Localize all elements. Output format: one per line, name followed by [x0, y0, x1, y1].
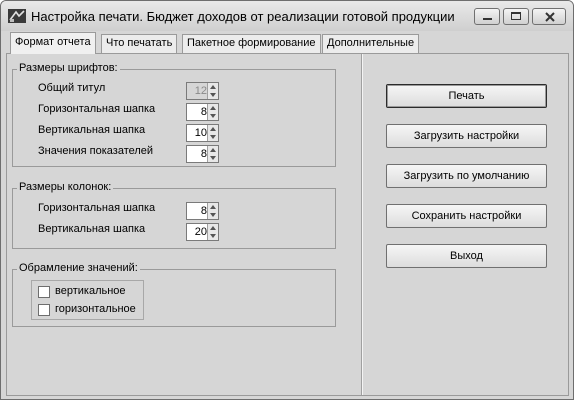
title-bar[interactable]: Настройка печати. Бюджет доходов от реал…	[1, 1, 573, 31]
field-label: Вертикальная шапка	[38, 124, 146, 136]
column-sizes-group: Размеры колонок: Горизонтальная шапка 8 …	[12, 181, 336, 249]
save-settings-button[interactable]: Сохранить настройки	[386, 204, 547, 228]
tab-additional[interactable]: Дополнительные	[322, 34, 420, 53]
horizontal-checkbox-label[interactable]: горизонтальное	[55, 303, 136, 315]
field-label: Горизонтальная шапка	[38, 202, 156, 214]
tab-report-format[interactable]: Формат отчета	[10, 32, 96, 54]
values-font-spinner[interactable]: 8	[186, 145, 219, 163]
horizontal-header-column-spinner[interactable]: 8	[186, 202, 219, 220]
print-button[interactable]: Печать	[386, 84, 547, 108]
field-label: Общий титул	[38, 82, 106, 94]
framing-title: Обрамление значений:	[17, 262, 140, 274]
spinner-arrows-icon[interactable]	[207, 125, 218, 141]
general-title-size-spinner: 12	[186, 82, 219, 100]
spinner-arrows-icon[interactable]	[207, 224, 218, 240]
load-default-button[interactable]: Загрузить по умолчанию	[386, 164, 547, 188]
exit-button[interactable]: Выход	[386, 244, 547, 268]
spinner-arrows-icon	[207, 83, 218, 99]
spinner-value: 20	[194, 226, 207, 238]
load-settings-button[interactable]: Загрузить настройки	[386, 124, 547, 148]
field-label: Горизонтальная шапка	[38, 103, 156, 115]
vertical-checkbox-label[interactable]: вертикальное	[55, 285, 126, 297]
tab-what-to-print[interactable]: Что печатать	[101, 34, 178, 53]
tab-batch-generation[interactable]: Пакетное формирование	[182, 34, 321, 53]
vertical-checkbox[interactable]	[38, 286, 50, 298]
framing-options-box: вертикальное горизонтальное	[31, 280, 144, 320]
column-sizes-title: Размеры колонок:	[17, 181, 114, 193]
horizontal-header-font-spinner[interactable]: 8	[186, 103, 219, 121]
print-settings-window: Настройка печати. Бюджет доходов от реал…	[0, 0, 574, 400]
horizontal-checkbox[interactable]	[38, 304, 50, 316]
maximize-icon	[511, 12, 521, 20]
maximize-button[interactable]	[503, 8, 529, 25]
app-icon	[8, 9, 26, 23]
close-icon	[545, 12, 555, 22]
field-label: Значения показателей	[38, 145, 154, 157]
tab-panel: Размеры шрифтов: Общий титул 12 Горизонт…	[6, 53, 569, 396]
spinner-arrows-icon[interactable]	[207, 104, 218, 120]
minimize-icon	[483, 18, 492, 20]
spinner-arrows-icon[interactable]	[207, 203, 218, 219]
tab-strip: Формат отчета Что печатать Пакетное форм…	[1, 32, 573, 54]
font-sizes-title: Размеры шрифтов:	[17, 62, 120, 74]
font-sizes-group: Размеры шрифтов: Общий титул 12 Горизонт…	[12, 62, 336, 167]
close-button[interactable]	[532, 8, 566, 25]
spinner-arrows-icon[interactable]	[207, 146, 218, 162]
window-title: Настройка печати. Бюджет доходов от реал…	[31, 9, 455, 24]
field-label: Вертикальная шапка	[38, 223, 146, 235]
vertical-header-column-spinner[interactable]: 20	[186, 223, 219, 241]
button-column: Печать Загрузить настройки Загрузить по …	[357, 54, 557, 394]
spinner-value: 12	[194, 85, 207, 97]
spinner-value: 10	[194, 127, 207, 139]
framing-group: Обрамление значений: вертикальное горизо…	[12, 262, 336, 327]
vertical-header-font-spinner[interactable]: 10	[186, 124, 219, 142]
minimize-button[interactable]	[474, 8, 500, 25]
